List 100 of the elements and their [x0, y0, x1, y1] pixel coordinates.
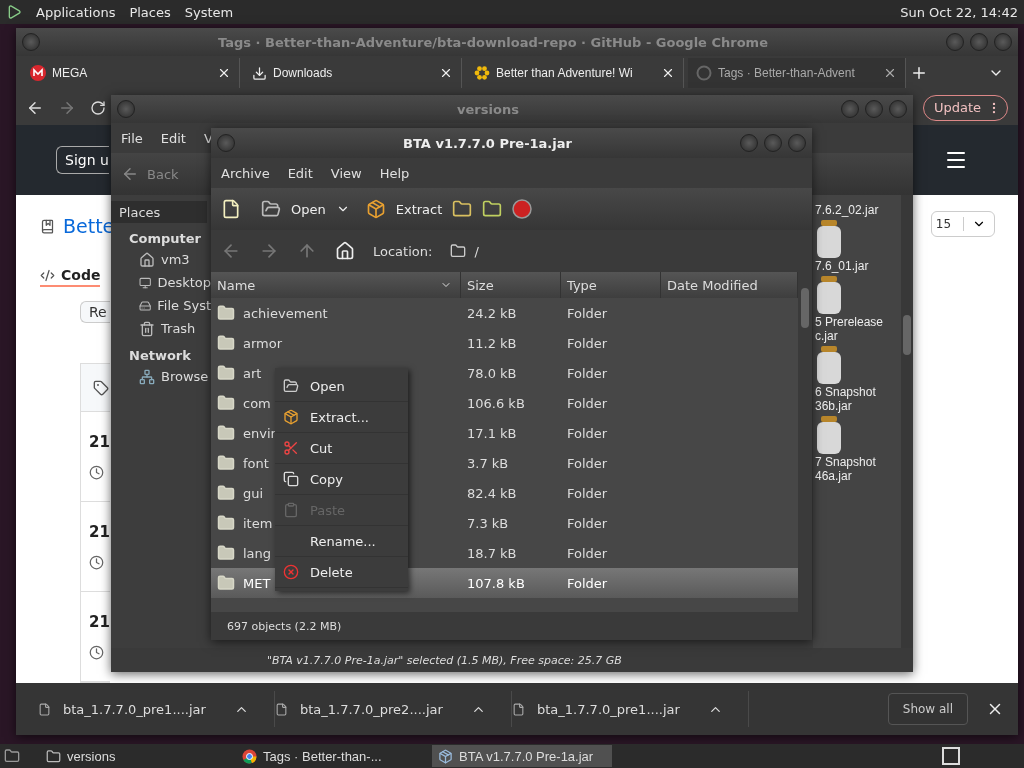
sidebar-heading: Computer — [128, 230, 203, 248]
file-size: 106.6 kB — [467, 395, 525, 411]
releases-button[interactable]: Re — [80, 301, 110, 323]
close-icon[interactable] — [439, 66, 453, 80]
file-name[interactable]: art — [243, 365, 262, 381]
extract-button[interactable]: Extract — [395, 201, 443, 217]
menu-item[interactable]: Help — [379, 165, 410, 181]
file-label[interactable]: 7.6.2_02.jar — [815, 203, 879, 217]
show-all-button[interactable]: Show all — [887, 693, 968, 725]
folder-icon — [217, 514, 235, 532]
sidebar-item[interactable]: vm3 — [111, 248, 211, 271]
folder-icon[interactable] — [452, 199, 473, 219]
taskbar-button[interactable]: BTA v1.7.7.0 Pre-1a.jar — [432, 745, 612, 767]
home-icon[interactable] — [335, 241, 355, 261]
window-icon[interactable] — [942, 747, 960, 765]
location-label: Location: — [373, 243, 433, 259]
jar-icon — [815, 415, 843, 455]
panel-menu[interactable]: System — [184, 4, 234, 20]
file-name[interactable]: MET — [243, 575, 271, 591]
folder-icon — [261, 199, 281, 219]
folder-icon — [217, 454, 235, 472]
menu-item[interactable]: Edit — [287, 165, 313, 181]
panel-menu[interactable]: Places — [129, 4, 171, 20]
file-name[interactable]: lang — [243, 545, 272, 561]
column-header[interactable]: Size — [461, 272, 561, 298]
sidebar-item[interactable]: Trash — [111, 317, 211, 340]
file-name[interactable]: com — [243, 395, 271, 411]
close-icon[interactable] — [883, 66, 897, 80]
reload-icon[interactable] — [90, 99, 106, 116]
location-path[interactable]: / — [474, 243, 479, 259]
new-tab-icon[interactable] — [910, 64, 928, 82]
tag-name[interactable]: 21 — [89, 523, 110, 541]
count-dropdown[interactable]: 15 — [930, 211, 996, 237]
sign-up-button[interactable]: Sign u — [56, 146, 109, 174]
folder-icon[interactable] — [482, 199, 503, 219]
window-title: Tags · Better-than-Adventure/bta-download-repo · GitHub - Google Chrome — [218, 34, 768, 50]
menu-item[interactable]: Rename... — [275, 526, 408, 557]
file-type: Folder — [567, 365, 608, 381]
file-label[interactable]: 7 Snapshot 46a.jar — [815, 455, 876, 483]
update-button[interactable]: Update — [922, 94, 1008, 121]
clock: Sun Oct 22, 14:42 — [900, 4, 1018, 20]
file-name[interactable]: font — [243, 455, 269, 471]
menu-item[interactable]: Delete — [275, 557, 408, 588]
panel-menu[interactable]: Applications — [36, 4, 116, 20]
menu-item[interactable]: Cut — [275, 433, 408, 464]
folder-icon — [217, 424, 235, 442]
folder-icon[interactable] — [4, 748, 20, 764]
browser-tab[interactable]: Better than Adventure! Wi — [466, 58, 684, 88]
scissors-icon — [283, 440, 299, 456]
open-button[interactable]: Open — [291, 201, 326, 217]
column-header[interactable]: Type — [561, 272, 661, 298]
file-name[interactable]: item — [243, 515, 273, 531]
file-type: Folder — [567, 545, 608, 561]
download-item[interactable]: bta_1.7.7.0_pre1....jar — [537, 701, 680, 717]
file-label[interactable]: 5 Prerelease c.jar — [815, 315, 884, 343]
file-name[interactable]: gui — [243, 485, 264, 501]
menu-item[interactable]: Open — [275, 371, 408, 402]
file-name[interactable]: armor — [243, 335, 283, 351]
menu-item[interactable]: File — [121, 130, 143, 146]
download-item[interactable]: bta_1.7.7.0_pre2....jar — [300, 701, 443, 717]
menu-item[interactable]: Copy — [275, 464, 408, 495]
tag-name[interactable]: 21 — [89, 613, 110, 631]
sidebar-item[interactable]: Desktop — [111, 271, 211, 294]
file-size: 3.7 kB — [467, 455, 509, 471]
sidebar-item[interactable]: File Syst — [111, 294, 211, 317]
back-icon[interactable] — [121, 165, 139, 183]
tag-name[interactable]: 21 — [89, 433, 110, 451]
file-name[interactable]: envir — [243, 425, 276, 441]
menu-item[interactable]: Archive — [221, 165, 270, 181]
sidebar-item[interactable]: Browse — [111, 365, 211, 388]
file-label[interactable]: 6 Snapshot 36b.jar — [815, 385, 876, 413]
close-icon[interactable] — [661, 66, 675, 80]
close-icon[interactable] — [217, 66, 231, 80]
taskbar-button[interactable]: versions — [40, 745, 236, 767]
tag-icon — [93, 379, 109, 396]
folder-icon — [46, 748, 61, 764]
folder-icon — [217, 304, 235, 322]
scrollbar[interactable] — [901, 195, 913, 648]
browser-tab[interactable]: MEGA — [22, 58, 240, 88]
stop-icon[interactable] — [512, 199, 533, 219]
column-header[interactable]: Name — [211, 272, 461, 298]
download-icon — [252, 65, 267, 81]
package-icon — [438, 748, 453, 764]
file-icon — [275, 702, 288, 716]
browser-tab[interactable]: Downloads — [244, 58, 462, 88]
menu-item[interactable]: View — [330, 165, 362, 181]
file-size: 82.4 kB — [467, 485, 517, 501]
file-label[interactable]: 7.6_01.jar — [815, 259, 869, 273]
jar-icon — [815, 219, 843, 259]
download-item[interactable]: bta_1.7.7.0_pre1....jar — [63, 701, 206, 717]
file-name[interactable]: achievement — [243, 305, 328, 321]
menu-item[interactable]: Edit — [160, 130, 186, 146]
taskbar-button[interactable]: Tags · Better-than-... — [236, 745, 432, 767]
copy-icon — [283, 471, 299, 487]
new-file-icon[interactable] — [221, 199, 241, 219]
menu-item[interactable]: Extract... — [275, 402, 408, 433]
code-tab[interactable]: Code — [40, 265, 101, 288]
browser-tab[interactable]: Tags · Better-than-Advent — [688, 58, 906, 88]
file-type: Folder — [567, 515, 608, 531]
file-size: 17.1 kB — [467, 425, 517, 441]
